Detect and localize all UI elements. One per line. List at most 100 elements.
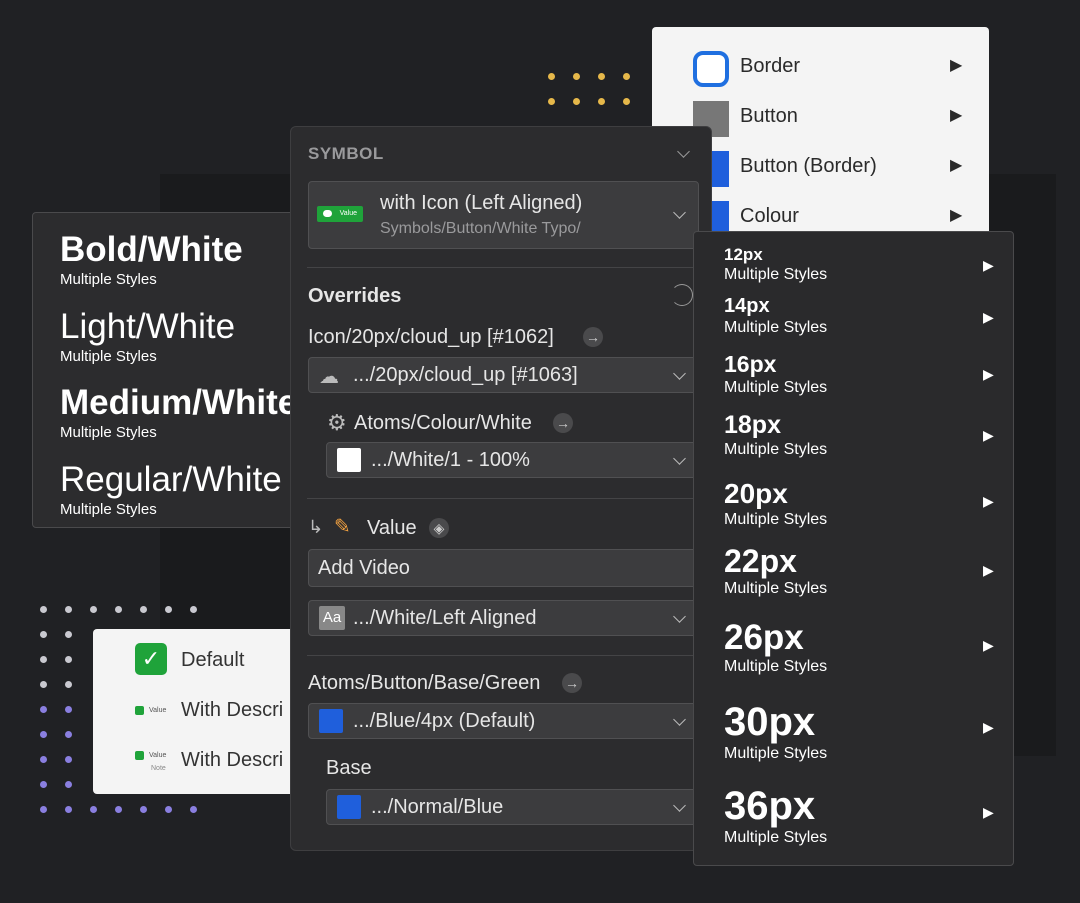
decorative-dot (65, 631, 72, 638)
icon-override-select[interactable]: ☁ .../20px/cloud_up [#1063] (308, 357, 699, 393)
size-sub: Multiple Styles (724, 511, 828, 528)
checkbox-default[interactable]: ✓ (135, 643, 167, 675)
size-item-20px[interactable]: 20px Multiple Styles (724, 480, 827, 529)
size-sub: Multiple Styles (724, 745, 828, 762)
symbol-name: with Icon (Left Aligned) (380, 192, 583, 214)
decorative-dot (40, 631, 47, 638)
submenu-arrow-icon: ▶ (950, 207, 963, 224)
button-override-value: .../Blue/4px (Default) (353, 710, 536, 732)
text-style-name: Bold/White (60, 230, 243, 269)
size-item-22px[interactable]: 22px Multiple Styles (724, 545, 827, 598)
symbol-thumbnail: Value (317, 206, 363, 222)
chevron-down-icon (673, 452, 686, 465)
tiny-value-label: Value (149, 707, 167, 714)
value-text-input[interactable]: Add Video (308, 549, 699, 587)
submenu-arrow-icon: ▶ (983, 427, 994, 443)
text-style-medium-white[interactable]: Medium/White Multiple Styles (60, 383, 296, 441)
size-item-16px[interactable]: 16px Multiple Styles (724, 353, 827, 397)
overrides-title: Overrides (308, 285, 402, 307)
value-override-label: Value (367, 517, 417, 539)
chevron-down-icon (673, 713, 686, 726)
tiny-value-label: Value (149, 752, 167, 759)
menu-item-border[interactable]: Border ▶ (652, 40, 989, 90)
size-sub: Multiple Styles (724, 829, 828, 846)
text-style-sub: Multiple Styles (60, 348, 157, 365)
submenu-arrow-icon: ▶ (983, 804, 994, 820)
size-item-12px[interactable]: 12px Multiple Styles (724, 246, 827, 284)
decorative-dot (165, 806, 172, 813)
decorative-dot (190, 806, 197, 813)
layers-icon[interactable]: ◈ (429, 518, 449, 538)
size-item-18px[interactable]: 18px Multiple Styles (724, 413, 827, 459)
menu-item-label: Border (740, 55, 801, 77)
text-style-bold-white[interactable]: Bold/White Multiple Styles (60, 232, 243, 288)
size-label: 20px (724, 478, 788, 509)
go-to-symbol-icon[interactable]: → (553, 413, 573, 433)
menu-item-label: Colour (740, 205, 799, 227)
submenu-arrow-icon: ▶ (983, 309, 994, 325)
submenu-arrow-icon: ▶ (983, 257, 994, 273)
chevron-down-icon (673, 610, 686, 623)
decorative-dot (40, 731, 47, 738)
decorative-dot (190, 606, 197, 613)
checkbox-desc1[interactable] (135, 706, 144, 715)
size-label: 18px (724, 411, 781, 439)
text-style-light-white[interactable]: Light/White Multiple Styles (60, 309, 235, 365)
decorative-dot (40, 656, 47, 663)
decorative-dot (90, 606, 97, 613)
go-to-symbol-icon[interactable]: → (583, 327, 603, 347)
size-item-26px[interactable]: 26px Multiple Styles (724, 620, 827, 676)
base-override-select[interactable]: .../Normal/Blue (326, 789, 699, 825)
reset-overrides-icon[interactable] (671, 284, 693, 306)
decorative-dot (65, 706, 72, 713)
text-styles-panel: Bold/White Multiple Styles Light/White M… (32, 212, 296, 528)
colour-override-select[interactable]: .../White/1 - 100% (326, 442, 699, 478)
collapse-chevron-icon[interactable] (677, 145, 690, 158)
decorative-dot (65, 806, 72, 813)
checkbox-desc1-label: With Descri (181, 699, 284, 721)
decorative-dot (40, 606, 47, 613)
checkbox-desc2[interactable] (135, 751, 144, 760)
size-label: 16px (724, 351, 777, 377)
decorative-dot (165, 606, 172, 613)
symbol-path: Symbols/Button/White Typo/ (380, 220, 581, 237)
decorative-dots-yellow (548, 73, 631, 105)
colour-override-label: Atoms/Colour/White (354, 412, 532, 434)
checkbox-panel: ✓ Default Value With Descri Value Note W… (93, 629, 297, 794)
text-style-value: .../White/Left Aligned (353, 607, 537, 629)
symbol-inspector-panel: SYMBOL Value with Icon (Left Aligned) Sy… (290, 126, 712, 851)
text-style-icon: Aa (319, 606, 345, 630)
base-override-label: Base (326, 757, 372, 779)
button-override-select[interactable]: .../Blue/4px (Default) (308, 703, 699, 739)
font-size-menu: 12px Multiple Styles ▶ 14px Multiple Sty… (693, 231, 1014, 866)
tiny-note-label: Note (151, 765, 166, 772)
text-style-name: Medium/White (60, 383, 296, 422)
blue-swatch-icon (319, 709, 343, 733)
size-item-30px[interactable]: 30px Multiple Styles (724, 702, 827, 763)
size-item-14px[interactable]: 14px Multiple Styles (724, 296, 827, 337)
submenu-arrow-icon: ▶ (983, 719, 994, 735)
pencil-icon: ✎ (334, 516, 351, 538)
section-title: SYMBOL (308, 144, 384, 163)
go-to-symbol-icon[interactable]: → (562, 673, 582, 693)
button-override-label: Atoms/Button/Base/Green (308, 672, 541, 694)
chevron-down-icon (673, 367, 686, 380)
decorative-dot (115, 606, 122, 613)
cloud-up-icon: ☁ (319, 366, 339, 388)
decorative-dot (115, 806, 122, 813)
text-style-select[interactable]: Aa .../White/Left Aligned (308, 600, 699, 636)
symbol-select[interactable]: Value with Icon (Left Aligned) Symbols/B… (308, 181, 699, 249)
submenu-arrow-icon: ▶ (950, 157, 963, 174)
size-sub: Multiple Styles (724, 441, 828, 458)
size-sub: Multiple Styles (724, 319, 828, 336)
size-label: 30px (724, 700, 816, 744)
decorative-dot (140, 806, 147, 813)
size-label: 26px (724, 618, 804, 657)
text-style-regular-white[interactable]: Regular/White Multiple Styles (60, 462, 282, 518)
menu-item-label: Button (Border) (740, 155, 877, 177)
submenu-arrow-icon: ▶ (983, 637, 994, 653)
gear-icon: ⚙ (327, 410, 347, 435)
size-item-36px[interactable]: 36px Multiple Styles (724, 786, 827, 847)
submenu-arrow-icon: ▶ (950, 57, 963, 74)
size-label: 14px (724, 295, 770, 317)
